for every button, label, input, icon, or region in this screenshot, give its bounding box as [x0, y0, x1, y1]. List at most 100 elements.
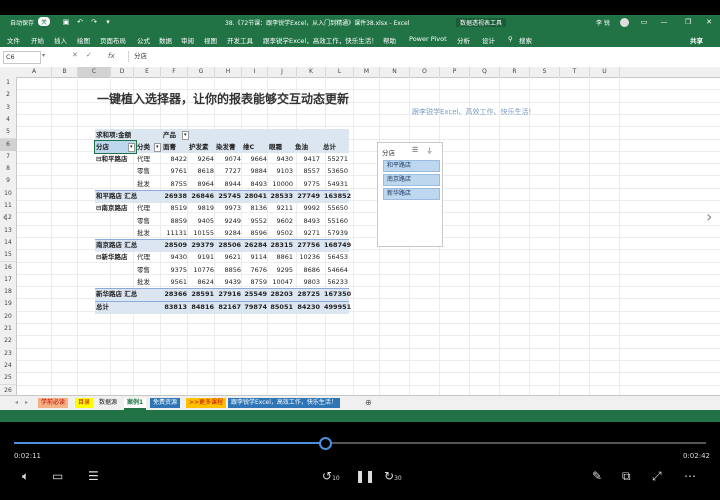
pivot-value-cell[interactable]: 9375	[163, 264, 187, 276]
column-header[interactable]: C	[78, 67, 111, 77]
column-header[interactable]: M	[354, 67, 380, 77]
pivot-value-cell[interactable]: 168749	[324, 239, 351, 251]
pivot-value-cell[interactable]: 56453	[324, 251, 348, 263]
column-header[interactable]: O	[410, 67, 440, 77]
pivot-value-cell[interactable]: 9264	[190, 153, 214, 165]
pivot-value-cell[interactable]: 28533	[269, 190, 293, 202]
column-header[interactable]: G	[188, 67, 215, 77]
pivot-value-cell[interactable]: 82167	[217, 301, 241, 313]
column-header[interactable]: J	[268, 67, 297, 77]
row-header[interactable]: 19	[0, 298, 17, 312]
add-sheet-icon[interactable]: ⊕	[362, 398, 375, 408]
pivot-value-cell[interactable]: 9249	[217, 215, 241, 227]
picture-in-picture-icon[interactable]: ⧉	[622, 469, 631, 483]
search-icon[interactable]: ⚲	[508, 35, 513, 43]
pivot-value-cell[interactable]: 9884	[243, 165, 267, 177]
pivot-value-cell[interactable]: 167350	[324, 288, 351, 300]
slicer-item[interactable]: 新华路店	[383, 188, 440, 200]
tab-custom[interactable]: 跟李锐学Excel，高效工作，快乐生活！	[263, 35, 378, 45]
pivot-value-cell[interactable]: 9284	[217, 227, 241, 239]
pivot-value-cell[interactable]: 8493	[296, 215, 320, 227]
store-slicer[interactable]: 分店 ☰ ⏚ 和平路店 南京路店 新华路店	[377, 142, 443, 247]
pivot-value-cell[interactable]: 9430	[269, 153, 293, 165]
row-header[interactable]: 14	[0, 236, 17, 251]
pivot-value-cell[interactable]: 9775	[296, 178, 320, 190]
pivot-row-label[interactable]: 新华路店 汇总	[96, 288, 137, 300]
pivot-row-label[interactable]: 和平路店 汇总	[96, 190, 137, 202]
pivot-value-cell[interactable]: 8755	[163, 178, 187, 190]
tab-data[interactable]: 数据	[159, 35, 172, 45]
next-arrow-icon[interactable]: ›	[706, 207, 712, 226]
prev-sheet-icon[interactable]: ◂	[12, 398, 21, 408]
col-field-filter-icon[interactable]: ▾	[182, 131, 189, 140]
pivot-value-cell[interactable]: 28203	[269, 288, 293, 300]
pivot-value-cell[interactable]: 499951	[324, 301, 351, 313]
pivot-value-cell[interactable]: 8861	[269, 251, 293, 263]
pivot-category[interactable]: 代理	[137, 153, 150, 165]
slicer-item[interactable]: 南京路店	[383, 174, 440, 186]
row-header[interactable]: 15	[0, 249, 17, 263]
pivot-value-cell[interactable]: 84816	[190, 301, 214, 313]
pivot-value-cell[interactable]: 10047	[269, 276, 293, 288]
pivot-value-cell[interactable]: 8964	[190, 178, 214, 190]
pivot-value-cell[interactable]: 8519	[163, 202, 187, 214]
close-icon[interactable]: ✕	[705, 18, 713, 26]
pivot-value-cell[interactable]: 79874	[243, 301, 267, 313]
namebox-dropdown-icon[interactable]: ▾	[42, 52, 45, 59]
column-header[interactable]: R	[500, 67, 530, 77]
pivot-value-cell[interactable]: 7676	[243, 264, 267, 276]
pivot-value-cell[interactable]: 57939	[324, 227, 348, 239]
pivot-value-cell[interactable]: 54664	[324, 264, 348, 276]
row-field-category[interactable]: 分类	[137, 141, 150, 153]
column-header[interactable]: U	[590, 67, 620, 77]
pivot-value-cell[interactable]: 9803	[296, 276, 320, 288]
pivot-value-cell[interactable]: 8944	[217, 178, 241, 190]
pivot-value-cell[interactable]: 27916	[217, 288, 241, 300]
store-filter-icon[interactable]: ▾	[128, 143, 135, 152]
column-header[interactable]: H	[215, 67, 242, 77]
pivot-value-cell[interactable]: 84230	[296, 301, 320, 313]
pivot-value-cell[interactable]: 55650	[324, 202, 348, 214]
user-name[interactable]: 李 锐	[596, 18, 610, 27]
edit-icon[interactable]: ✎	[592, 469, 602, 483]
row-header[interactable]: 22	[0, 335, 17, 349]
category-filter-icon[interactable]: ▾	[154, 143, 161, 152]
pivot-value-cell[interactable]: 27749	[296, 190, 320, 202]
pivot-category[interactable]: 零售	[137, 215, 150, 227]
name-box[interactable]: C6	[3, 51, 41, 64]
pivot-value-cell[interactable]: 9211	[269, 202, 293, 214]
tab-design[interactable]: 设计	[482, 35, 495, 45]
pivot-value-cell[interactable]: 9561	[163, 276, 187, 288]
tab-developer[interactable]: 开发工具	[227, 35, 253, 45]
row-header[interactable]: 13	[0, 224, 17, 238]
pivot-value-cell[interactable]: 28041	[243, 190, 267, 202]
pivot-value-cell[interactable]: 8624	[190, 276, 214, 288]
pivot-category[interactable]: 批发	[137, 178, 150, 190]
pivot-value-cell[interactable]: 8557	[296, 165, 320, 177]
row-header[interactable]: 24	[0, 359, 17, 374]
pivot-value-cell[interactable]: 28506	[217, 239, 241, 251]
column-header[interactable]: T	[560, 67, 590, 77]
row-header[interactable]: 6	[0, 138, 17, 152]
pivot-value-cell[interactable]: 9271	[296, 227, 320, 239]
pivot-value-cell[interactable]: 56233	[324, 276, 348, 288]
pivot-value-cell[interactable]: 11131	[163, 227, 187, 239]
pivot-value-cell[interactable]: 83813	[163, 301, 187, 313]
column-header[interactable]: Q	[470, 67, 500, 77]
restore-icon[interactable]: ❐	[684, 18, 692, 26]
pivot-value-cell[interactable]: 9761	[163, 165, 187, 177]
search-input[interactable]: 搜索	[519, 35, 532, 45]
pivot-value-cell[interactable]: 9602	[269, 215, 293, 227]
pivot-category[interactable]: 零售	[137, 165, 150, 177]
column-header[interactable]: E	[134, 67, 161, 77]
pivot-value-cell[interactable]: 8596	[243, 227, 267, 239]
pivot-value-cell[interactable]: 85051	[269, 301, 293, 313]
pivot-value-cell[interactable]: 8422	[163, 153, 187, 165]
pivot-value-cell[interactable]: 9430	[163, 251, 187, 263]
pivot-value-cell[interactable]: 26284	[243, 239, 267, 251]
pivot-value-cell[interactable]: 28725	[296, 288, 320, 300]
clear-filter-icon[interactable]: ⏚	[426, 146, 433, 156]
row-header[interactable]: 23	[0, 347, 17, 361]
pivot-value-cell[interactable]: 10155	[190, 227, 214, 239]
tab-home[interactable]: 开始	[31, 35, 44, 45]
